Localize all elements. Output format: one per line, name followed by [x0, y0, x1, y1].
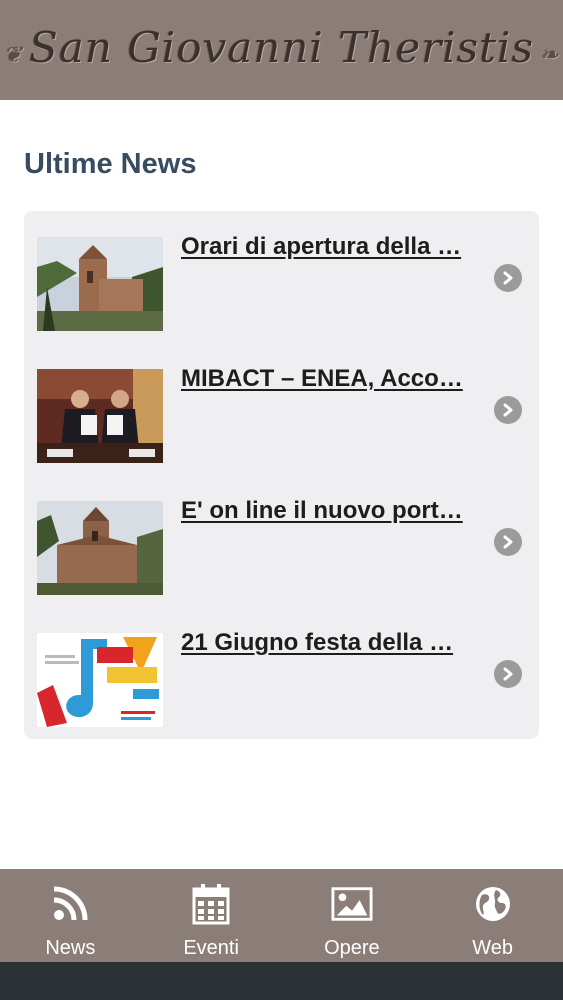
- app-logo: ❦ San Giovanni Theristis ❧: [0, 23, 563, 72]
- chevron-right-icon[interactable]: [494, 528, 522, 556]
- news-thumbnail: [37, 237, 163, 331]
- nav-item-news[interactable]: News: [0, 869, 141, 962]
- news-item[interactable]: 21 Giugno festa della …: [24, 607, 539, 739]
- nav-label: Web: [472, 937, 513, 959]
- logo-ornament-right: ❧: [540, 42, 560, 68]
- news-title[interactable]: Orari di apertura della …: [181, 233, 481, 261]
- chevron-right-icon[interactable]: [494, 264, 522, 292]
- news-thumbnail: [37, 369, 163, 463]
- nav-label: News: [45, 937, 96, 959]
- news-item[interactable]: Orari di apertura della …: [24, 211, 539, 343]
- nav-label: Opere: [324, 937, 380, 959]
- section-title: Ultime News: [24, 148, 197, 180]
- news-thumbnail: [37, 633, 163, 727]
- nav-label: Eventi: [183, 937, 239, 959]
- globe-icon: [472, 883, 514, 925]
- chevron-right-icon[interactable]: [494, 396, 522, 424]
- news-title[interactable]: MIBACT – ENEA, Acco…: [181, 365, 481, 393]
- image-icon: [331, 883, 373, 925]
- bottom-navigation: News Eventi Opere Web: [0, 869, 563, 962]
- news-title[interactable]: 21 Giugno festa della …: [181, 629, 481, 657]
- news-item[interactable]: E' on line il nuovo port…: [24, 475, 539, 607]
- calendar-icon: [190, 883, 232, 925]
- nav-item-web[interactable]: Web: [422, 869, 563, 962]
- chevron-right-icon[interactable]: [494, 660, 522, 688]
- logo-text: San Giovanni Theristis: [29, 22, 534, 72]
- app-header: ❦ San Giovanni Theristis ❧: [0, 0, 563, 100]
- rss-icon: [49, 883, 91, 925]
- nav-item-opere[interactable]: Opere: [282, 869, 423, 962]
- news-title[interactable]: E' on line il nuovo port…: [181, 497, 481, 525]
- news-list: Orari di apertura della … MIBACT – ENEA,…: [24, 211, 539, 739]
- system-navigation-bar: [0, 962, 563, 1000]
- nav-item-eventi[interactable]: Eventi: [141, 869, 282, 962]
- news-thumbnail: [37, 501, 163, 595]
- logo-ornament-left: ❦: [3, 42, 24, 68]
- news-item[interactable]: MIBACT – ENEA, Acco…: [24, 343, 539, 475]
